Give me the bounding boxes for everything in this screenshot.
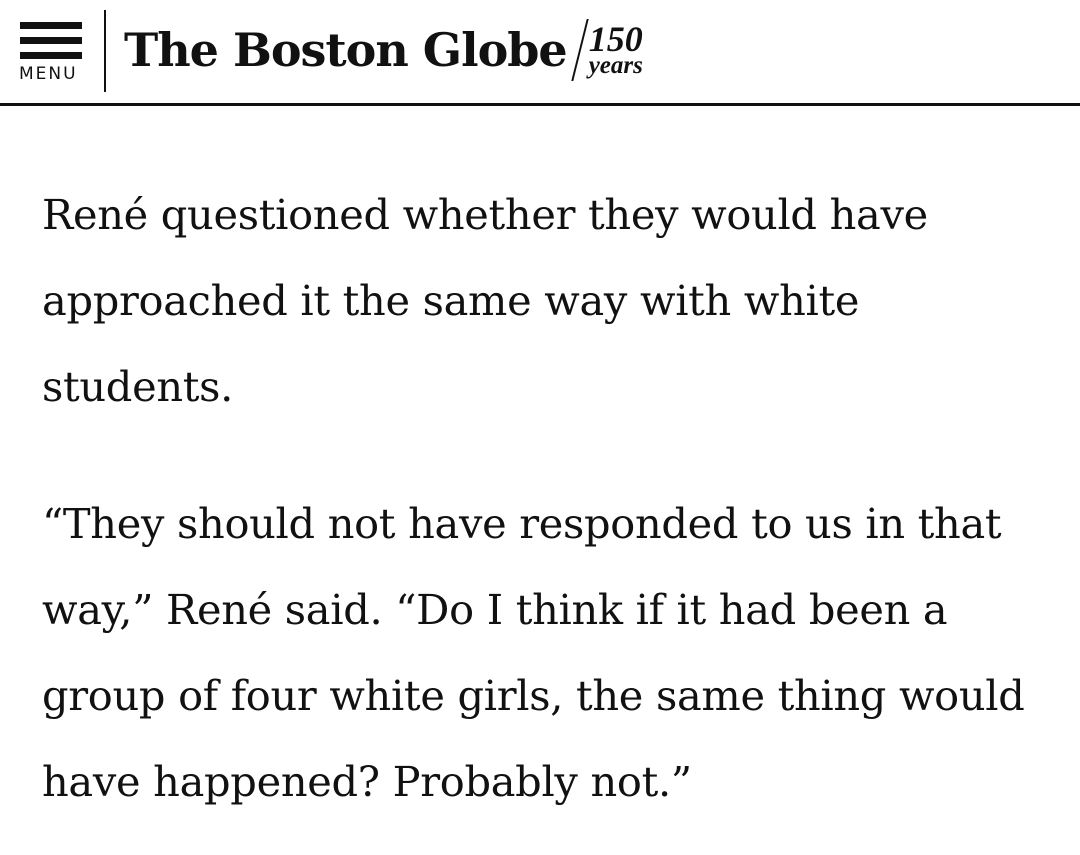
menu-label[interactable]: MENU	[19, 64, 78, 84]
article-paragraph: René questioned whether they would have …	[42, 190, 928, 411]
anniversary-word: years	[588, 51, 643, 79]
header-divider	[104, 10, 106, 92]
article-body: René questioned whether they would have …	[42, 172, 1042, 825]
boston-globe-logo[interactable]: The Boston Globe 150 years	[124, 10, 643, 90]
logo-slash	[570, 19, 589, 81]
hamburger-menu-icon[interactable]	[20, 22, 82, 60]
menu-button[interactable]: MENU	[16, 16, 90, 86]
site-header: MENU The Boston Globe 150 years	[0, 0, 1080, 106]
article-paragraph: “They should not have responded to us in…	[42, 499, 1025, 806]
logo-wordmark[interactable]: The Boston Globe	[124, 23, 568, 77]
anniversary-number: 150	[588, 18, 643, 59]
anniversary-badge: 150 years	[588, 18, 643, 79]
